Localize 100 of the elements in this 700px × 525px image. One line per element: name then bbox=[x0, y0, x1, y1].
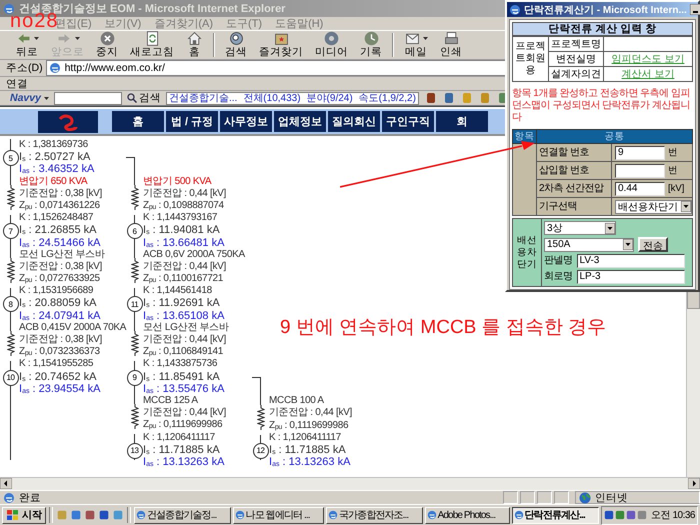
nav-tab[interactable]: 홈 bbox=[112, 111, 164, 132]
impedance-value: Z$_{pu}$ : 0,1100167721 bbox=[143, 273, 224, 286]
tray-icon[interactable] bbox=[626, 510, 636, 520]
toolbar-button[interactable]: 검색 bbox=[220, 30, 252, 58]
toolbar-button[interactable]: 기록 bbox=[355, 30, 387, 58]
input-field[interactable]: 0.44 bbox=[615, 182, 665, 196]
taskbar-button[interactable]: 국가종합전자조... bbox=[326, 506, 423, 524]
search-field[interactable] bbox=[54, 92, 122, 104]
short-circuit-current: I$_{s}$ : 11.94081 kA bbox=[143, 224, 221, 237]
dropdown[interactable]: 150A bbox=[544, 238, 634, 252]
input-field[interactable] bbox=[615, 164, 665, 178]
field-label: 기구선택 bbox=[537, 198, 612, 215]
short-circuit-current: I$_{s}$ : 11.92691 kA bbox=[143, 297, 221, 310]
tray-icon[interactable] bbox=[604, 510, 614, 520]
table-cell: 프로젝트회원용 bbox=[512, 36, 548, 82]
equipment-name: 모선 LG산전 부스바 bbox=[143, 322, 229, 334]
caret-icon bbox=[34, 37, 39, 40]
nav-tab[interactable]: 구인구직 bbox=[382, 111, 434, 132]
toolbar-icon[interactable] bbox=[424, 92, 437, 104]
k-factor: K : 1,1443793167 bbox=[143, 212, 218, 224]
annotation-text: 9 번에 연속하여 MCCB 를 접속한 경우 bbox=[280, 316, 606, 340]
k-factor: K : 1,1433875736 bbox=[143, 358, 218, 371]
instruction-text: 항목 1개를 완성하고 전송하면 우측에 임피던스맵이 구성되면서 단락전류가 계산됩니다 bbox=[512, 88, 691, 124]
taskbar-button[interactable]: Adobe Photos... bbox=[424, 506, 510, 524]
search-icon bbox=[126, 93, 137, 103]
node-number: 10 bbox=[2, 370, 18, 386]
toolbar-button[interactable]: 메일 bbox=[399, 30, 433, 58]
toolbar-icon bbox=[323, 30, 340, 47]
impedance-value: Z$_{pu}$ : 0,1106849141 bbox=[143, 346, 224, 358]
impedance-value: Z$_{pu}$ : 0,1098887074 bbox=[143, 200, 225, 212]
dropdown[interactable]: 3상 bbox=[544, 221, 616, 235]
toolbar-brand[interactable]: Navvy bbox=[10, 92, 49, 104]
search-button[interactable]: 검색 bbox=[124, 91, 163, 105]
equipment-name: MCCB 100 A bbox=[269, 395, 325, 408]
base-voltage: 기준전압 : 0,38 [kV] bbox=[19, 260, 104, 274]
quick-launch-icon[interactable] bbox=[98, 509, 110, 521]
column-header: 공통 bbox=[536, 130, 692, 144]
node-number: 11 bbox=[126, 296, 142, 312]
quick-launch-icon[interactable] bbox=[70, 509, 82, 521]
table-cell: 프로젝트명 bbox=[548, 36, 604, 52]
status-pane bbox=[537, 491, 552, 504]
minimize-icon[interactable] bbox=[690, 4, 700, 15]
nav-tab[interactable]: 법 / 규정 bbox=[166, 111, 218, 132]
section-label: 배선용차단기 bbox=[513, 219, 542, 286]
security-zone: 인터넷 bbox=[595, 490, 628, 504]
equipment-name: ACB 0,6V 2000A 750KA bbox=[143, 248, 245, 261]
taskbar-button[interactable]: 나모 웹에디터 ... bbox=[232, 506, 324, 524]
equipment-name: 변압기 500 KVA bbox=[143, 176, 212, 188]
equipment-name: MCCB 125 A bbox=[143, 394, 199, 408]
input-field[interactable]: 9 bbox=[615, 146, 665, 160]
site-stat: 전체(10,433) bbox=[243, 92, 301, 105]
node-number: 12 bbox=[252, 442, 268, 459]
table-cell: 변전실명 bbox=[548, 52, 604, 66]
nav-tab[interactable]: 질의회신 bbox=[328, 111, 380, 132]
quick-launch-icon[interactable] bbox=[112, 509, 124, 521]
toolbar-button[interactable]: 새로고침 bbox=[125, 30, 179, 58]
horizontal-scrollbar[interactable] bbox=[0, 477, 700, 490]
toolbar-button[interactable]: 홈 bbox=[181, 30, 208, 58]
asymmetric-current: I$_{as}$ : 24.51466 kA bbox=[19, 236, 100, 249]
short-circuit-current: I$_{s}$ : 20.74652 kA bbox=[19, 370, 98, 383]
taskbar-button[interactable]: 단락전류계산... bbox=[512, 506, 600, 524]
quick-launch-icon[interactable] bbox=[84, 509, 96, 521]
base-voltage: 기준전압 : 0,44 [kV] bbox=[269, 407, 352, 420]
input-field[interactable]: LV-3 bbox=[576, 254, 684, 268]
k-factor: K : 1,381369736 bbox=[19, 139, 88, 152]
tray-icon[interactable] bbox=[637, 510, 648, 520]
globe-icon bbox=[579, 492, 591, 504]
input-field[interactable]: LP-3 bbox=[576, 270, 684, 284]
k-factor: K : 1,144561418 bbox=[143, 285, 213, 298]
toolbar-button[interactable]: 미디어 bbox=[310, 30, 353, 58]
toolbar-button[interactable]: 인쇄 bbox=[435, 30, 467, 58]
field-label: 회로명 bbox=[544, 270, 572, 284]
base-voltage: 기준전압 : 0,44 [kV] bbox=[143, 188, 226, 200]
tray-icon[interactable] bbox=[615, 510, 626, 520]
caret-icon bbox=[44, 96, 49, 100]
short-circuit-current: I$_{s}$ : 11.85491 kA bbox=[143, 370, 221, 383]
start-button[interactable]: 시작 bbox=[2, 506, 46, 524]
short-circuit-current: I$_{s}$ : 11.71885 kA bbox=[143, 444, 221, 456]
window-icon bbox=[514, 510, 524, 520]
k-factor: K : 1,1541955285 bbox=[19, 358, 94, 371]
field-label: 연결할 번호 bbox=[537, 144, 612, 161]
status-pane bbox=[520, 491, 535, 504]
impedance-value: Z$_{pu}$ : 0,1119699986 bbox=[269, 420, 350, 432]
nav-tab[interactable]: 사무정보 bbox=[220, 111, 272, 132]
toolbar-button[interactable]: 뒤로 bbox=[10, 30, 44, 58]
dropdown[interactable]: 배선용차단기 bbox=[615, 200, 692, 214]
nav-tab[interactable]: 업체정보 bbox=[274, 111, 326, 132]
toolbar-icon[interactable] bbox=[442, 92, 455, 104]
toolbar-button[interactable]: 중지 bbox=[91, 30, 123, 58]
caret-icon bbox=[423, 37, 428, 40]
status-text: 완료 bbox=[19, 490, 41, 504]
asymmetric-current: I$_{as}$ : 23.94554 kA bbox=[19, 382, 100, 395]
impedance-value: Z$_{pu}$ : 0,0714361226 bbox=[19, 200, 101, 212]
nav-tab[interactable]: 회 bbox=[436, 111, 488, 132]
taskbar-button[interactable]: 건설종합기술정... bbox=[134, 506, 231, 524]
asymmetric-current: I$_{as}$ : 13.13263 kA bbox=[143, 456, 224, 468]
send-button[interactable]: 전송 bbox=[638, 237, 668, 252]
address-label: 주소(D) bbox=[6, 61, 43, 75]
toolbar-button[interactable]: 즐겨찾기 bbox=[254, 30, 308, 58]
site-name[interactable]: 건설종합기술... bbox=[168, 91, 238, 105]
